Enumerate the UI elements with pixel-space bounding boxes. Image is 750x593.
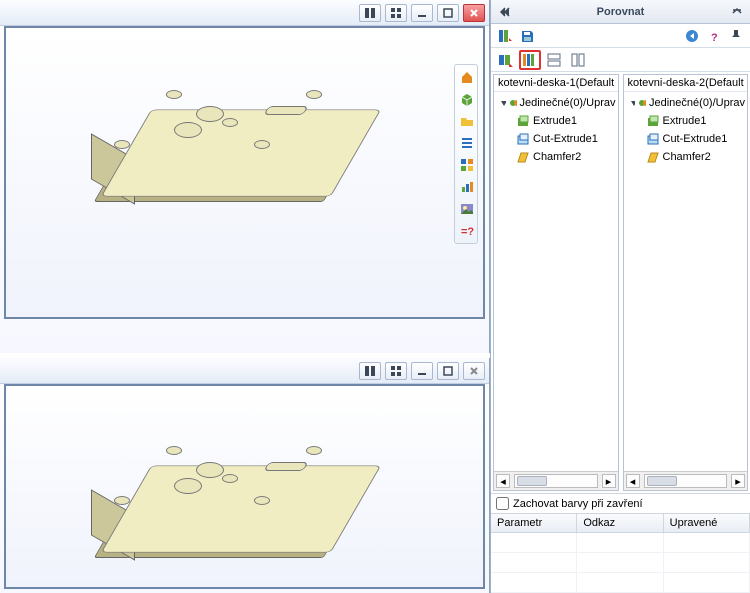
show-diff-button[interactable] — [519, 50, 541, 70]
table-row — [491, 573, 750, 593]
model-bottom — [126, 434, 356, 584]
tree-a-title: kotevni-deska-1(Default — [494, 75, 618, 92]
viewport-grid-button[interactable] — [385, 362, 407, 380]
minimize-button[interactable] — [411, 362, 433, 380]
preserve-colors-label: Zachovat barvy při zavření — [513, 498, 643, 510]
maximize-button[interactable] — [437, 362, 459, 380]
tree-a-hscroll[interactable]: ◂ ▸ — [494, 472, 618, 490]
save-button[interactable] — [517, 26, 537, 46]
feature-item[interactable]: Extrude1 — [628, 112, 746, 130]
feature-label: Chamfer2 — [663, 151, 711, 163]
scroll-track[interactable] — [644, 474, 728, 488]
tree-root[interactable]: Jedinečné(0)/Uprav — [498, 94, 616, 112]
feature-item[interactable]: Cut-Extrude1 — [498, 130, 616, 148]
minimize-button[interactable] — [411, 4, 433, 22]
feature-label: Cut-Extrude1 — [663, 133, 728, 145]
canvas-bottom[interactable] — [4, 384, 485, 589]
panel-help-button[interactable]: ? — [704, 26, 724, 46]
list-icon[interactable] — [457, 133, 477, 153]
table-row — [491, 533, 750, 553]
tree-b-title: kotevni-deska-2(Default — [624, 75, 748, 92]
viewport-split-button[interactable] — [359, 4, 381, 22]
stacked-view-button[interactable] — [543, 50, 565, 70]
analyze-button[interactable] — [495, 26, 515, 46]
viewport-top — [0, 0, 490, 353]
result-table: Parametr Odkaz Upravené — [491, 513, 750, 593]
cube-icon[interactable] — [457, 89, 477, 109]
tree-root-label: Jedinečné(0)/Uprav — [649, 97, 745, 109]
tree-root[interactable]: Jedinečné(0)/Uprav — [628, 94, 746, 112]
feature-label: Cut-Extrude1 — [533, 133, 598, 145]
feature-item[interactable]: Cut-Extrude1 — [628, 130, 746, 148]
svg-text:=?: =? — [461, 226, 474, 238]
panel-back-button[interactable] — [682, 26, 702, 46]
viewport-split-button[interactable] — [359, 362, 381, 380]
folder-icon[interactable] — [457, 111, 477, 131]
panel-collapse-icon[interactable] — [495, 3, 513, 20]
side-by-side-button[interactable] — [567, 50, 589, 70]
feature-tree-b: kotevni-deska-2(Default Jedinečné(0)/Upr… — [623, 74, 749, 491]
feature-label: Extrude1 — [533, 115, 577, 127]
feature-item[interactable]: Chamfer2 — [498, 148, 616, 166]
col-header[interactable]: Odkaz — [577, 514, 663, 532]
viewport-grid-button[interactable] — [385, 4, 407, 22]
feature-item[interactable]: Chamfer2 — [628, 148, 746, 166]
compare-panel: Porovnat ? — [490, 0, 750, 593]
preserve-colors-checkbox[interactable] — [496, 497, 509, 510]
compare-options-button[interactable] — [495, 50, 517, 70]
vertical-toolbar: =? — [454, 64, 478, 244]
scroll-left-icon[interactable]: ◂ — [626, 474, 640, 488]
home-icon[interactable] — [457, 67, 477, 87]
col-header[interactable]: Parametr — [491, 514, 577, 532]
grid-icon[interactable] — [457, 155, 477, 175]
scroll-right-icon[interactable]: ▸ — [731, 474, 745, 488]
maximize-button[interactable] — [437, 4, 459, 22]
canvas-top[interactable] — [4, 26, 485, 319]
feature-label: Chamfer2 — [533, 151, 581, 163]
svg-text:?: ? — [711, 32, 718, 43]
scroll-right-icon[interactable]: ▸ — [602, 474, 616, 488]
tree-root-label: Jedinečné(0)/Uprav — [520, 97, 616, 109]
close-button[interactable] — [463, 4, 485, 22]
panel-pin-button[interactable] — [726, 26, 746, 46]
scroll-track[interactable] — [514, 474, 598, 488]
question-icon[interactable]: =? — [457, 221, 477, 241]
feature-item[interactable]: Extrude1 — [498, 112, 616, 130]
tree-b-hscroll[interactable]: ◂ ▸ — [624, 472, 748, 490]
col-header[interactable]: Upravené — [664, 514, 750, 532]
panel-title: Porovnat — [515, 6, 726, 18]
feature-tree-a: kotevni-deska-1(Default Jedinečné(0)/Upr… — [493, 74, 619, 491]
close-button-disabled — [463, 362, 485, 380]
model-top — [126, 78, 356, 228]
scroll-left-icon[interactable]: ◂ — [496, 474, 510, 488]
viewport-bottom — [0, 358, 490, 593]
feature-label: Extrude1 — [663, 115, 707, 127]
chart-icon[interactable] — [457, 177, 477, 197]
photo-icon[interactable] — [457, 199, 477, 219]
table-row — [491, 553, 750, 573]
panel-expand-icon[interactable] — [728, 3, 746, 20]
